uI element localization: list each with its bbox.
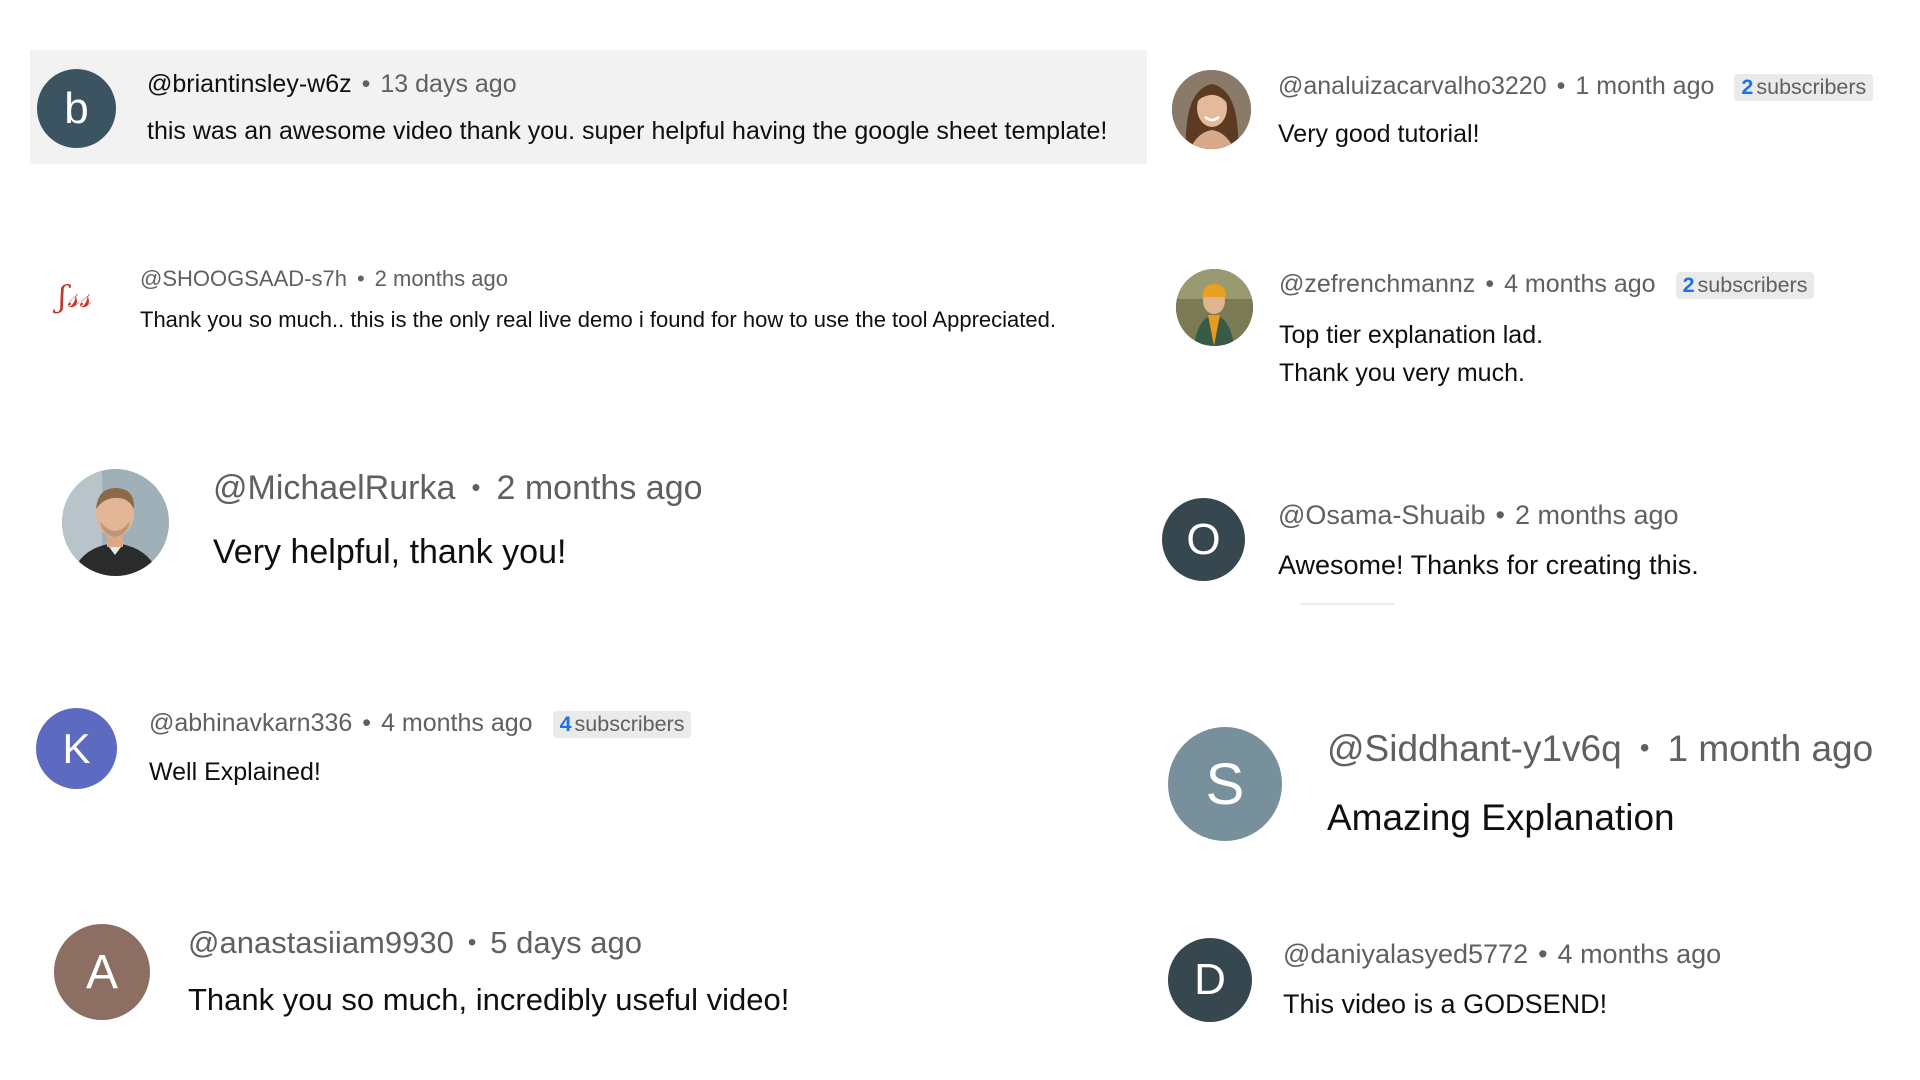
avatar[interactable]: S bbox=[1168, 727, 1282, 841]
separator-dot: • bbox=[1495, 500, 1505, 530]
divider bbox=[1300, 603, 1395, 605]
avatar[interactable]: b bbox=[37, 69, 116, 148]
comment-time[interactable]: 4 months ago bbox=[1558, 939, 1722, 969]
comment-highlight bbox=[30, 50, 1147, 164]
comment-time[interactable]: 1 month ago bbox=[1575, 72, 1714, 100]
comment-text: This video is a GODSEND! bbox=[1283, 989, 1607, 1020]
avatar[interactable] bbox=[62, 469, 169, 576]
badge-count: 4 bbox=[559, 712, 572, 736]
badge-label: subscribers bbox=[574, 712, 685, 736]
comment-text-line: Thank you so much.. this is the only rea… bbox=[140, 307, 1056, 332]
avatar[interactable]: K bbox=[36, 708, 117, 789]
avatar-letter: A bbox=[85, 945, 118, 999]
avatar-letter: b bbox=[64, 83, 89, 133]
comment-meta: @Siddhant-y1v6q • 1 month ago bbox=[1327, 728, 1873, 770]
comment-meta: @SHOOGSAAD-s7h • 2 months ago bbox=[140, 266, 508, 292]
avatar-letter: K bbox=[62, 724, 91, 772]
avatar-logo: ʃ𝓈𝓈 bbox=[58, 279, 92, 315]
comment-time[interactable]: 13 days ago bbox=[380, 70, 516, 98]
comment-time[interactable]: 5 days ago bbox=[490, 925, 642, 960]
person-photo-icon bbox=[1172, 70, 1251, 149]
comment-time[interactable]: 2 months ago bbox=[496, 469, 702, 507]
separator-dot: • bbox=[361, 70, 371, 98]
separator-dot: • bbox=[1556, 72, 1566, 100]
comment-text-line: Amazing Explanation bbox=[1327, 797, 1675, 838]
comment-text: Thank you so much.. this is the only rea… bbox=[140, 307, 1056, 333]
comment-meta: @anastasiiam9930 • 5 days ago bbox=[188, 925, 642, 961]
comment-text-line: Thank you so much, incredibly useful vid… bbox=[188, 982, 790, 1017]
badge-label: subscribers bbox=[1756, 75, 1867, 99]
comment-meta: @MichaelRurka • 2 months ago bbox=[213, 469, 703, 508]
badge-label: subscribers bbox=[1697, 273, 1808, 297]
comment-time[interactable]: 4 months ago bbox=[381, 709, 533, 737]
comment-meta: @briantinsley-w6z • 13 days ago bbox=[147, 70, 517, 99]
subscriber-badge: 2 subscribers bbox=[1675, 272, 1815, 299]
comment-text: Top tier explanation lad. Thank you very… bbox=[1279, 316, 1543, 392]
comment-author[interactable]: @abhinavkarn336 bbox=[149, 709, 352, 737]
subscriber-badge: 4 subscribers bbox=[552, 711, 692, 738]
comment-text-line: Well Explained! bbox=[149, 758, 321, 786]
avatar[interactable] bbox=[1176, 269, 1253, 346]
comment-text: Awesome! Thanks for creating this. bbox=[1278, 550, 1699, 581]
comment-author[interactable]: @MichaelRurka bbox=[213, 469, 455, 507]
comment-meta: @daniyalasyed5772 • 4 months ago bbox=[1283, 939, 1721, 970]
comment-author[interactable]: @anastasiiam9930 bbox=[188, 925, 454, 960]
subscriber-badge: 2 subscribers bbox=[1734, 74, 1874, 101]
avatar[interactable]: A bbox=[54, 924, 150, 1020]
separator-dot: • bbox=[1639, 732, 1650, 763]
comment-text-line: Top tier explanation lad. bbox=[1279, 321, 1544, 349]
person-photo-icon bbox=[62, 469, 169, 576]
comment-text: this was an awesome video thank you. sup… bbox=[147, 117, 1107, 146]
separator-dot: • bbox=[1538, 939, 1548, 969]
comment-author[interactable]: @SHOOGSAAD-s7h bbox=[140, 266, 347, 291]
comment-text-line: this was an awesome video thank you. sup… bbox=[147, 117, 1108, 145]
avatar[interactable] bbox=[1172, 70, 1251, 149]
comment-text: Very good tutorial! bbox=[1278, 120, 1480, 149]
comment-author[interactable]: @Osama-Shuaib bbox=[1278, 500, 1486, 530]
badge-count: 2 bbox=[1741, 75, 1754, 99]
separator-dot: • bbox=[467, 929, 477, 956]
comment-meta: @zefrenchmannz • 4 months ago 2 subscribers bbox=[1279, 270, 1815, 299]
comment-meta: @analuizacarvalho3220 • 1 month ago 2 subscr… bbox=[1278, 72, 1874, 101]
comment-time[interactable]: 2 months ago bbox=[375, 266, 508, 291]
separator-dot: • bbox=[356, 266, 365, 291]
comment-text-line: This video is a GODSEND! bbox=[1283, 989, 1608, 1019]
comment-time[interactable]: 4 months ago bbox=[1504, 270, 1656, 298]
avatar-letter: S bbox=[1205, 751, 1245, 817]
comment-text: Thank you so much, incredibly useful vid… bbox=[188, 982, 789, 1018]
comment-author[interactable]: @analuizacarvalho3220 bbox=[1278, 72, 1547, 100]
comment-author[interactable]: @briantinsley-w6z bbox=[147, 70, 352, 98]
comment-author[interactable]: @zefrenchmannz bbox=[1279, 270, 1475, 298]
comment-text-line: Thank you very much. bbox=[1279, 359, 1525, 387]
comment-time[interactable]: 1 month ago bbox=[1668, 728, 1874, 769]
comment-text-line: Awesome! Thanks for creating this. bbox=[1278, 550, 1699, 580]
comment-meta: @abhinavkarn336 • 4 months ago 4 subscribers bbox=[149, 709, 692, 738]
badge-count: 2 bbox=[1682, 273, 1695, 297]
separator-dot: • bbox=[1485, 270, 1495, 298]
person-photo-icon bbox=[1176, 269, 1253, 346]
comment-meta: @Osama-Shuaib • 2 months ago bbox=[1278, 500, 1679, 531]
avatar[interactable]: ʃ𝓈𝓈 bbox=[40, 272, 110, 322]
separator-dot: • bbox=[362, 709, 372, 737]
comment-text-line: Very helpful, thank you! bbox=[213, 533, 567, 571]
avatar-letter: D bbox=[1194, 955, 1226, 1004]
avatar[interactable]: D bbox=[1168, 938, 1252, 1022]
separator-dot: • bbox=[471, 472, 481, 502]
comment-text: Well Explained! bbox=[149, 758, 321, 787]
avatar-letter: O bbox=[1186, 514, 1221, 564]
comment-text: Very helpful, thank you! bbox=[213, 533, 566, 572]
comment-time[interactable]: 2 months ago bbox=[1515, 500, 1679, 530]
comment-author[interactable]: @Siddhant-y1v6q bbox=[1327, 728, 1622, 769]
comment-text: Amazing Explanation bbox=[1327, 797, 1675, 839]
comment-author[interactable]: @daniyalasyed5772 bbox=[1283, 939, 1528, 969]
avatar[interactable]: O bbox=[1162, 498, 1245, 581]
comment-text-line: Very good tutorial! bbox=[1278, 120, 1480, 148]
